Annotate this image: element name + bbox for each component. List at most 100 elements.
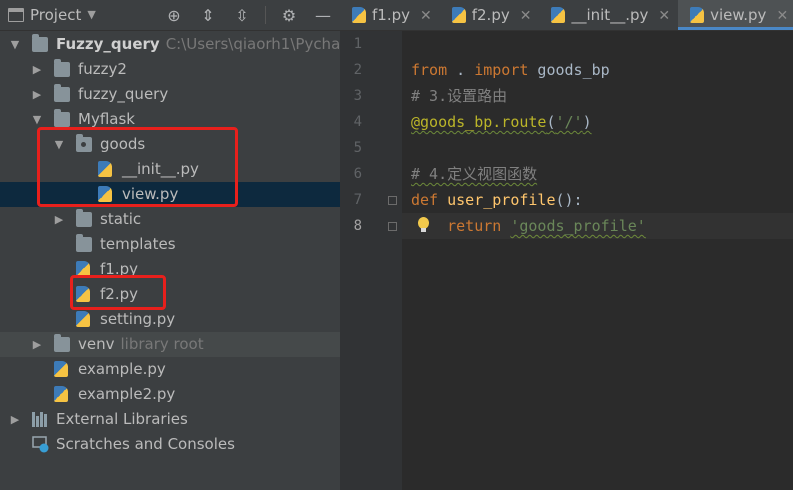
fold-end-icon[interactable] — [388, 222, 397, 231]
lightbulb-icon[interactable] — [416, 215, 430, 237]
project-window-icon — [8, 8, 24, 22]
tree-item-path: C:\Users\qiaorh1\Pycharm — [165, 35, 340, 53]
code-token: import — [474, 61, 529, 79]
scratches-icon — [32, 436, 50, 453]
python-file-icon — [76, 311, 90, 327]
project-panel-header: Project ▼ ⊕ ⇕ ⇳ ⚙ — — [0, 0, 340, 31]
editor-tab[interactable]: f1.py ✕ — [340, 0, 440, 30]
line-number: 8 — [353, 218, 362, 234]
code-token: (): — [555, 191, 583, 209]
editor-area: f1.py ✕ f2.py ✕ __init__.py ✕ view.py ✕ 1 2 3 4 5 6 7… — [340, 0, 793, 490]
tree-item[interactable]: ▶ fuzzy2 — [0, 57, 340, 82]
code-line[interactable]: # 3.设置路由 — [411, 83, 507, 109]
tree-item-name: example2.py — [78, 385, 176, 403]
tree-item[interactable]: f2.py — [0, 282, 340, 307]
line-number: 3 — [353, 88, 362, 104]
code-token: @goods_bp.route — [411, 113, 547, 131]
collapse-all-icon[interactable]: ⇳ — [231, 6, 253, 25]
code-line[interactable]: return 'goods_profile' — [411, 213, 646, 239]
folder-icon — [54, 334, 70, 352]
code-token: # 3.设置路由 — [411, 87, 508, 105]
tree-item[interactable]: ▼ Fuzzy_query C:\Users\qiaorh1\Pycharm — [0, 32, 340, 57]
annotation-box-f2 — [70, 275, 166, 310]
folder-icon — [54, 84, 70, 102]
code-token: from — [411, 61, 448, 79]
chevron-right-icon[interactable]: ▶ — [30, 57, 44, 82]
editor-tab-label: f2.py — [471, 6, 510, 24]
code-line[interactable]: @goods_bp.route('/') — [411, 109, 592, 135]
locate-file-icon[interactable]: ⊕ — [163, 6, 185, 25]
tree-item-label: setting.py — [100, 307, 175, 332]
tree-item[interactable]: Scratches and Consoles — [0, 432, 340, 457]
python-file-icon — [54, 361, 68, 377]
project-header-toolbar: ⊕ ⇕ ⇳ ⚙ — — [163, 0, 334, 30]
tree-item[interactable]: ▶ External Libraries — [0, 407, 340, 432]
folder-icon — [32, 34, 48, 52]
chevron-down-icon[interactable]: ▼ — [8, 32, 22, 57]
hide-panel-icon[interactable]: — — [312, 6, 334, 25]
tree-item[interactable]: f1.py — [0, 257, 340, 282]
close-icon[interactable]: ✕ — [520, 8, 532, 24]
python-file-icon — [54, 386, 68, 402]
expand-all-icon[interactable]: ⇕ — [197, 6, 219, 25]
editor-tab-label: f1.py — [372, 6, 410, 24]
code-token: def — [411, 191, 439, 209]
project-panel-title: Project — [30, 6, 82, 24]
toolbar-divider — [265, 6, 266, 24]
tree-item[interactable]: ▶ venv library root — [0, 332, 340, 357]
code-token: 'goods_profile' — [510, 217, 646, 235]
tree-item[interactable]: example.py — [0, 357, 340, 382]
tree-item-name: Scratches and Consoles — [56, 435, 235, 453]
code-token: user_profile — [447, 191, 556, 209]
editor-tab-bar: f1.py ✕ f2.py ✕ __init__.py ✕ view.py ✕ — [340, 0, 793, 31]
code-area[interactable]: from . import goods_bp # 3.设置路由 @goods_bp.… — [388, 31, 793, 490]
fold-start-icon[interactable] — [388, 196, 397, 205]
chevron-right-icon[interactable]: ▶ — [30, 82, 44, 107]
project-view-selector[interactable]: Project ▼ — [8, 0, 96, 30]
editor-tab-label: view.py — [710, 6, 767, 24]
python-file-icon — [352, 7, 366, 23]
line-number: 4 — [353, 114, 362, 130]
code-line[interactable]: # 4.定义视图函数 — [411, 161, 537, 187]
folder-icon — [54, 109, 70, 127]
line-number: 1 — [353, 36, 362, 52]
tree-item-label: fuzzy2 — [78, 57, 127, 82]
tree-item-name: Myflask — [78, 110, 135, 128]
tree-item[interactable]: ▶ static — [0, 207, 340, 232]
tree-item[interactable]: ▶ fuzzy_query — [0, 82, 340, 107]
tree-item-label: fuzzy_query — [78, 82, 168, 107]
tree-item-label: External Libraries — [56, 407, 188, 432]
close-icon[interactable]: ✕ — [776, 8, 788, 24]
editor-tab[interactable]: __init__.py ✕ — [539, 0, 678, 30]
line-number: 2 — [353, 62, 362, 78]
tree-item-name: fuzzy2 — [78, 60, 127, 78]
editor-tab[interactable]: view.py ✕ — [678, 0, 793, 30]
chevron-down-icon: ▼ — [87, 8, 96, 21]
code-token: . — [447, 61, 475, 79]
python-file-icon — [551, 7, 566, 23]
tree-item[interactable]: templates — [0, 232, 340, 257]
code-token: return — [447, 217, 502, 235]
gear-icon[interactable]: ⚙ — [278, 6, 300, 25]
folder-icon — [76, 234, 92, 252]
editor-tab[interactable]: f2.py ✕ — [440, 0, 540, 30]
code-token: ( — [546, 113, 556, 131]
code-token: '/' — [555, 113, 583, 131]
line-number: 5 — [353, 140, 362, 156]
chevron-right-icon[interactable]: ▶ — [30, 332, 44, 357]
chevron-right-icon[interactable]: ▶ — [8, 407, 22, 432]
code-line[interactable]: def user_profile(): — [411, 187, 583, 213]
tree-item-name: static — [100, 210, 142, 228]
tree-item-label: example2.py — [78, 382, 175, 407]
tree-item[interactable]: setting.py — [0, 307, 340, 332]
code-line[interactable]: from . import goods_bp — [411, 57, 610, 83]
tree-item-label: templates — [100, 232, 176, 257]
code-token: goods_bp — [528, 61, 610, 79]
python-file-icon — [451, 7, 466, 23]
tree-item[interactable]: example2.py — [0, 382, 340, 407]
close-icon[interactable]: ✕ — [658, 8, 670, 24]
line-number: 6 — [353, 166, 362, 182]
chevron-right-icon[interactable]: ▶ — [52, 207, 66, 232]
close-icon[interactable]: ✕ — [420, 8, 432, 24]
project-tree: ▼ Fuzzy_query C:\Users\qiaorh1\Pycharm ▶ fuz… — [0, 32, 340, 457]
